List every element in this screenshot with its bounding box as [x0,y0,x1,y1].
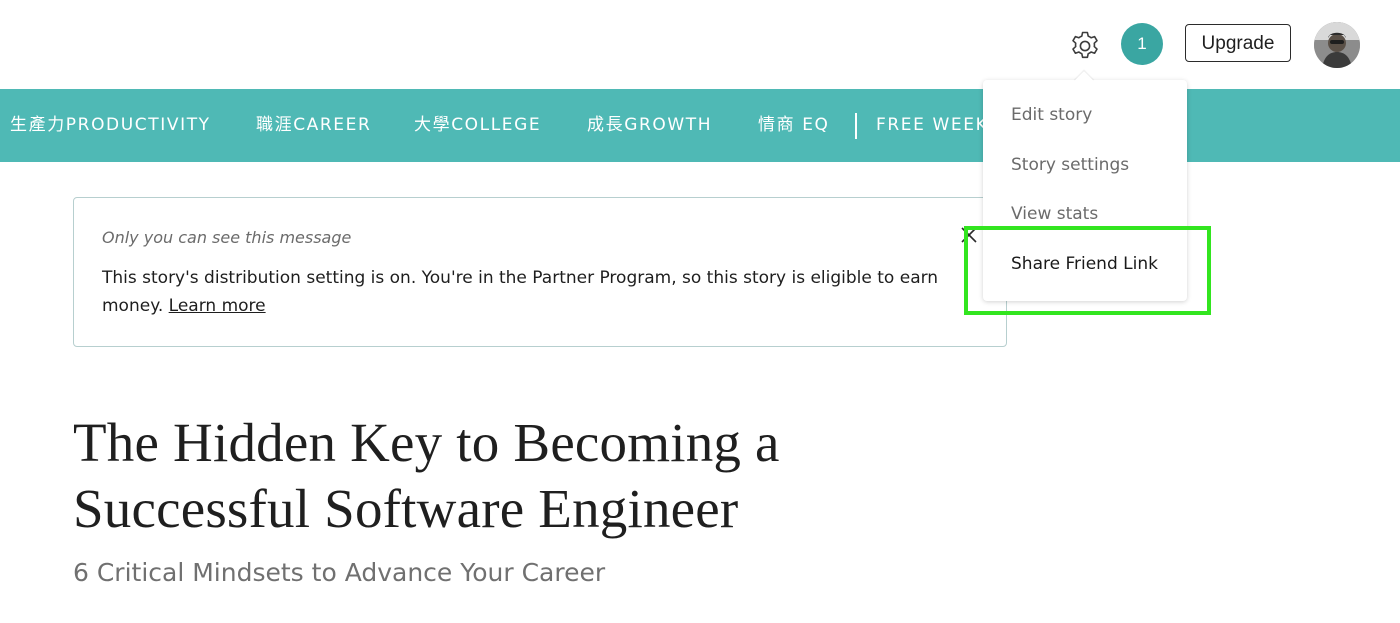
menu-item-story-settings[interactable]: Story settings [1011,155,1129,175]
nav-divider [855,113,857,139]
menu-item-share-friend-link[interactable]: Share Friend Link [1011,254,1158,274]
menu-item-edit-story[interactable]: Edit story [1011,105,1092,125]
menu-item-view-stats[interactable]: View stats [1011,204,1098,224]
top-header: 1 Upgrade [0,0,1400,89]
nav-item-college[interactable]: 大學COLLEGE [414,89,541,162]
notice-body: This story's distribution setting is on.… [102,264,962,320]
nav-item-eq[interactable]: 情商 EQ [758,89,830,162]
nav-item-productivity[interactable]: 生產力PRODUCTIVITY [10,89,211,162]
author-notice: Only you can see this message This story… [73,197,1007,347]
user-avatar[interactable] [1314,22,1360,68]
settings-gear-icon[interactable] [1068,29,1102,63]
nav-item-career[interactable]: 職涯CAREER [256,89,371,162]
nav-item-growth[interactable]: 成長GROWTH [587,89,712,162]
notification-badge[interactable]: 1 [1121,23,1163,65]
learn-more-link[interactable]: Learn more [169,296,266,316]
story-options-menu: Edit story Story settings View stats Sha… [983,80,1187,301]
upgrade-button[interactable]: Upgrade [1185,24,1291,62]
nav-item-free-weekly[interactable]: FREE WEEKL [876,89,999,162]
close-icon[interactable] [959,225,979,245]
article-subtitle: 6 Critical Mindsets to Advance Your Care… [73,558,606,587]
article-title: The Hidden Key to Becoming a Successful … [73,412,780,539]
category-nav: 生產力PRODUCTIVITY 職涯CAREER 大學COLLEGE 成長GRO… [0,89,1400,162]
notice-visibility-note: Only you can see this message [102,228,352,247]
